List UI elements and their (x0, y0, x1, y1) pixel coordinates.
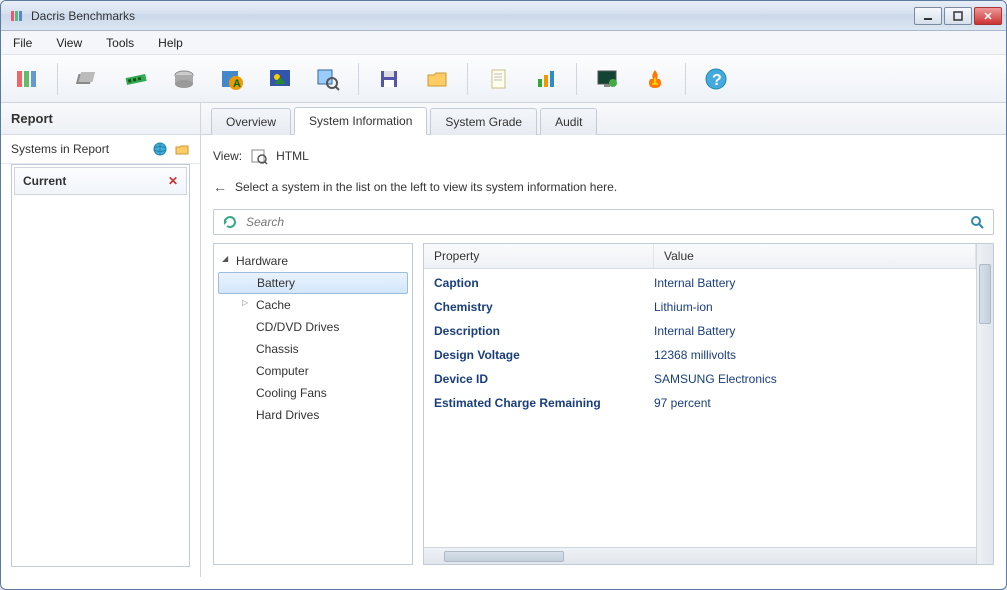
toolbar-save-icon[interactable] (371, 61, 407, 97)
property-row[interactable]: ChemistryLithium-ion (424, 295, 976, 319)
property-key: Chemistry (434, 300, 654, 314)
tree-node-battery[interactable]: Battery (218, 272, 408, 294)
toolbar-doc-icon[interactable] (480, 61, 516, 97)
minimize-button[interactable] (914, 7, 942, 25)
window-controls (914, 7, 1002, 25)
close-button[interactable] (974, 7, 1002, 25)
maximize-button[interactable] (944, 7, 972, 25)
toolbar-paint-icon[interactable]: A (214, 61, 250, 97)
property-row[interactable]: DescriptionInternal Battery (424, 319, 976, 343)
toolbar-chart-icon[interactable] (528, 61, 564, 97)
toolbar-help-icon[interactable]: ? (698, 61, 734, 97)
toolbar-search-icon[interactable] (310, 61, 346, 97)
properties-h-scrollbar[interactable] (424, 547, 976, 564)
properties-header: Property Value (424, 244, 976, 269)
menu-view[interactable]: View (52, 34, 86, 52)
property-key: Device ID (434, 372, 654, 386)
toolbar-app-icon[interactable] (9, 61, 45, 97)
property-row[interactable]: CaptionInternal Battery (424, 271, 976, 295)
view-mode-icon[interactable] (250, 147, 268, 165)
titlebar[interactable]: Dacris Benchmarks (1, 1, 1006, 31)
systems-in-report-row: Systems in Report (1, 135, 200, 164)
search-icon[interactable] (969, 214, 985, 230)
property-row[interactable]: Design Voltage12368 millivolts (424, 343, 976, 367)
property-key: Caption (434, 276, 654, 290)
hardware-tree[interactable]: Hardware BatteryCacheCD/DVD DrivesChassi… (214, 244, 412, 564)
property-value: 12368 millivolts (654, 348, 966, 362)
toolbar-image-icon[interactable] (262, 61, 298, 97)
tab-system-information[interactable]: System Information (294, 107, 427, 135)
app-icon (9, 8, 25, 24)
property-value: Internal Battery (654, 324, 966, 338)
tree-node-cache[interactable]: Cache (218, 294, 408, 316)
left-panel-header: Report (1, 103, 200, 135)
toolbar-folder-icon[interactable] (419, 61, 455, 97)
tree-node-computer[interactable]: Computer (218, 360, 408, 382)
tab-system-grade[interactable]: System Grade (430, 108, 537, 135)
tree-node-hard-drives[interactable]: Hard Drives (218, 404, 408, 426)
hardware-tree-pane: Hardware BatteryCacheCD/DVD DrivesChassi… (213, 243, 413, 565)
tab-overview[interactable]: Overview (211, 108, 291, 135)
delete-icon[interactable]: ✕ (168, 174, 178, 188)
property-row[interactable]: Estimated Charge Remaining97 percent (424, 391, 976, 415)
left-panel: Report Systems in Report Current ✕ (1, 103, 201, 577)
property-key: Description (434, 324, 654, 338)
app-window: Dacris Benchmarks File View Tools Help A… (0, 0, 1007, 590)
tab-content: View: HTML ← Select a system in the list… (201, 135, 1006, 577)
menubar: File View Tools Help (1, 31, 1006, 55)
menu-help[interactable]: Help (154, 34, 187, 52)
view-mode-label[interactable]: HTML (276, 149, 309, 163)
systems-label: Systems in Report (11, 142, 146, 156)
main-area: Report Systems in Report Current ✕ Overv… (1, 103, 1006, 577)
search-box[interactable] (213, 209, 994, 235)
toolbar-cpu-icon[interactable] (70, 61, 106, 97)
property-value: 97 percent (654, 396, 966, 410)
right-panel: Overview System Information System Grade… (201, 103, 1006, 577)
view-label: View: (213, 149, 242, 163)
toolbar-monitor-icon[interactable] (589, 61, 625, 97)
header-value[interactable]: Value (654, 244, 976, 268)
properties-pane: Property Value CaptionInternal BatteryCh… (423, 243, 994, 565)
view-row: View: HTML (213, 143, 994, 169)
header-property[interactable]: Property (424, 244, 654, 268)
property-key: Estimated Charge Remaining (434, 396, 654, 410)
search-input[interactable] (246, 215, 961, 229)
toolbar-ram-icon[interactable] (118, 61, 154, 97)
globe-icon[interactable] (152, 141, 168, 157)
property-row[interactable]: Device IDSAMSUNG Electronics (424, 367, 976, 391)
toolbar-fire-icon[interactable] (637, 61, 673, 97)
window-title: Dacris Benchmarks (31, 9, 914, 23)
tabs-row: Overview System Information System Grade… (201, 103, 1006, 135)
toolbar: A ? (1, 55, 1006, 103)
hint-row: ← Select a system in the list on the lef… (213, 177, 994, 201)
property-value: Internal Battery (654, 276, 966, 290)
svg-text:A: A (233, 78, 241, 90)
info-panes: Hardware BatteryCacheCD/DVD DrivesChassi… (213, 243, 994, 565)
systems-list[interactable]: Current ✕ (11, 164, 190, 567)
svg-text:?: ? (712, 72, 722, 89)
menu-tools[interactable]: Tools (102, 34, 138, 52)
tree-node-cooling-fans[interactable]: Cooling Fans (218, 382, 408, 404)
properties-v-scrollbar[interactable] (976, 244, 993, 564)
folder-open-icon[interactable] (174, 141, 190, 157)
tree-node-cd-dvd-drives[interactable]: CD/DVD Drives (218, 316, 408, 338)
properties-body[interactable]: CaptionInternal BatteryChemistryLithium-… (424, 269, 976, 547)
system-item-label: Current (23, 174, 168, 188)
property-value: SAMSUNG Electronics (654, 372, 966, 386)
tree-node-chassis[interactable]: Chassis (218, 338, 408, 360)
system-item-current[interactable]: Current ✕ (14, 167, 187, 195)
tab-audit[interactable]: Audit (540, 108, 597, 135)
property-value: Lithium-ion (654, 300, 966, 314)
property-key: Design Voltage (434, 348, 654, 362)
arrow-left-icon: ← (213, 179, 227, 195)
refresh-icon[interactable] (222, 214, 238, 230)
menu-file[interactable]: File (9, 34, 36, 52)
hint-text: Select a system in the list on the left … (235, 180, 617, 194)
tree-node-hardware[interactable]: Hardware (218, 250, 408, 272)
toolbar-hdd-icon[interactable] (166, 61, 202, 97)
